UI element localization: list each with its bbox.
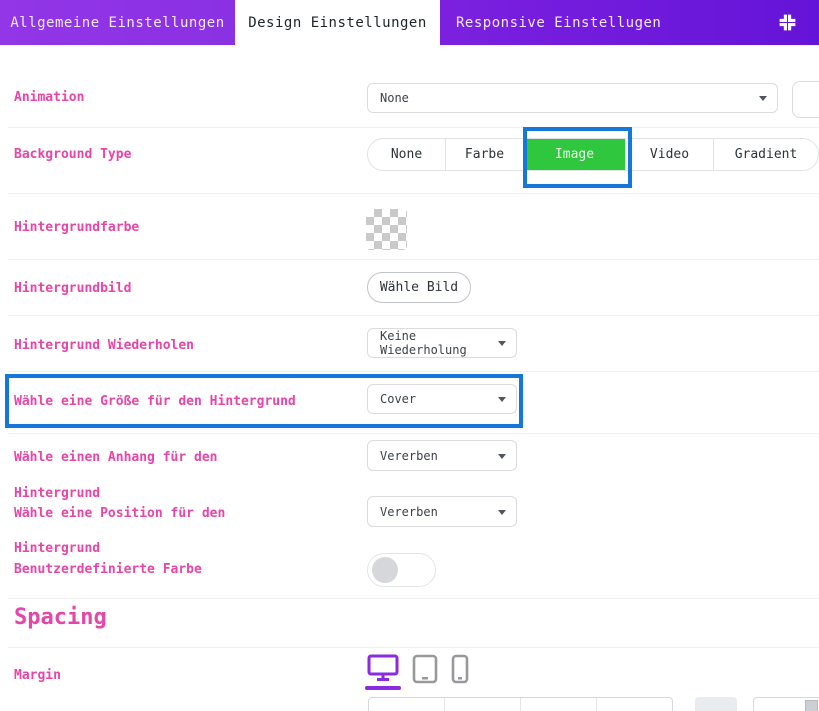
chevron-down-icon [498,510,506,515]
row-divider [8,598,819,599]
background-color-label: Hintergrundfarbe [14,220,139,235]
tablet-icon[interactable] [412,654,438,688]
margin-values-group [368,697,673,711]
background-attachment-select[interactable]: Vererben [367,440,517,471]
background-repeat-select[interactable]: Keine Wiederholung [367,328,517,358]
animation-select-value: None [380,91,409,105]
background-type-label: Background Type [14,147,131,162]
spacing-section-heading: Spacing [14,605,107,630]
background-size-select[interactable]: Cover [367,384,517,414]
background-attachment-label-line2: Hintergrund [14,486,100,501]
margin-unit-select[interactable] [753,697,819,711]
highlight-box-image-option [523,127,632,188]
row-divider [8,433,819,434]
background-position-label-line1: Wähle eine Position für den [14,506,225,521]
margin-left-input[interactable] [597,698,672,711]
row-divider [8,371,819,372]
bg-type-option-farbe[interactable]: Farbe [446,139,524,170]
settings-tabbar: Allgemeine Einstellungen Design Einstell… [0,0,819,45]
chevron-down-icon [498,397,506,402]
animation-extra-box[interactable] [792,81,819,118]
row-divider [8,193,819,194]
margin-device-switcher [367,654,469,688]
background-attachment-label-line1: Wähle einen Anhang für den [14,450,218,465]
bg-type-option-none[interactable]: None [368,139,446,170]
toggle-knob [372,557,398,583]
phone-icon[interactable] [451,654,469,688]
custom-color-label: Benutzerdefinierte Farbe [14,562,202,577]
bg-type-option-gradient[interactable]: Gradient [714,139,818,170]
tab-responsive-settings[interactable]: Responsive Einstellugen [440,0,819,45]
row-divider [8,647,819,648]
row-divider [8,315,819,316]
chevron-down-icon [498,454,506,459]
margin-right-input[interactable] [445,698,521,711]
design-settings-panel: Allgemeine Einstellungen Design Einstell… [0,0,819,711]
background-position-value: Vererben [380,505,438,519]
desktop-icon[interactable] [367,654,399,688]
margin-bottom-input[interactable] [521,698,597,711]
margin-top-input[interactable] [369,698,445,711]
background-color-swatch[interactable] [366,209,407,250]
row-divider [8,259,819,260]
background-size-value: Cover [380,392,416,406]
unit-swatch [805,700,818,711]
animation-select[interactable]: None [367,83,778,113]
tab-general-settings[interactable]: Allgemeine Einstellungen [0,0,235,45]
background-image-label: Hintergrundbild [14,281,131,296]
background-size-label: Wähle eine Größe für den Hintergrund [14,394,296,409]
margin-label: Margin [14,668,61,683]
chevron-down-icon [759,96,767,101]
tab-design-settings[interactable]: Design Einstellungen [235,0,440,45]
choose-image-button[interactable]: Wähle Bild [367,272,471,303]
background-position-label-line2: Hintergrund [14,541,100,556]
bg-type-option-video[interactable]: Video [626,139,714,170]
background-repeat-value: Keine Wiederholung [380,329,490,357]
active-device-underline [365,686,401,690]
compress-icon[interactable] [777,12,798,33]
custom-color-toggle[interactable] [367,553,436,587]
row-divider [8,127,819,128]
margin-link-button[interactable] [695,697,737,711]
animation-label: Animation [14,90,84,105]
background-position-select[interactable]: Vererben [367,496,517,527]
background-repeat-label: Hintergrund Wiederholen [14,338,194,353]
chevron-down-icon [498,341,506,346]
background-attachment-value: Vererben [380,449,438,463]
